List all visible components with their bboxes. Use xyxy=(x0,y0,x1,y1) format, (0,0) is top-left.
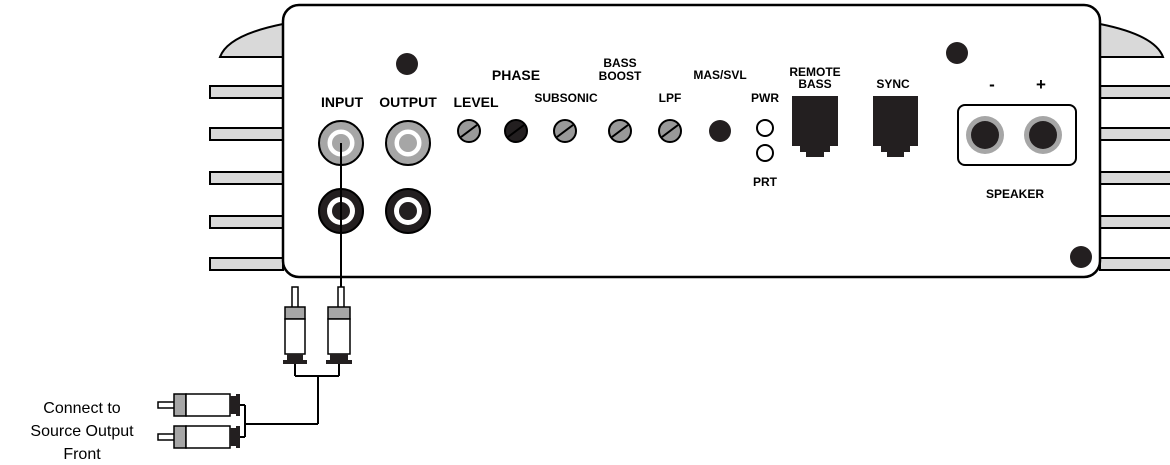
source-rca-plug-bottom xyxy=(157,425,240,449)
source-rca-plug-top xyxy=(157,393,240,417)
bass-boost-knob[interactable] xyxy=(608,119,632,143)
mas-svl-label: MAS/SVL xyxy=(693,68,746,82)
level-knob[interactable] xyxy=(457,119,481,143)
mas-svl-button[interactable] xyxy=(709,120,731,142)
screw-top-right xyxy=(946,42,968,64)
screw-bottom-right xyxy=(1070,246,1092,268)
phase-label: PHASE xyxy=(492,67,540,83)
speaker-minus-terminal[interactable] xyxy=(966,116,1004,154)
lpf-knob[interactable] xyxy=(658,119,682,143)
rca-plug-right xyxy=(326,286,352,364)
right-heatsink xyxy=(1099,22,1170,271)
pwr-led xyxy=(756,119,774,137)
caption-line-1: Connect to xyxy=(43,400,120,417)
phase-knob[interactable] xyxy=(504,119,528,143)
left-heatsink xyxy=(209,22,284,271)
output-label: OUTPUT xyxy=(379,94,437,110)
level-label: LEVEL xyxy=(453,94,499,110)
bass-boost-label-1: BASS xyxy=(603,56,636,70)
rca-plug-left xyxy=(283,286,307,364)
remote-bass-label-2: BASS xyxy=(798,77,831,91)
output-rca-top[interactable] xyxy=(385,120,431,166)
speaker-minus-label: - xyxy=(989,75,995,94)
speaker-plus-label: + xyxy=(1036,75,1046,94)
subsonic-knob[interactable] xyxy=(553,119,577,143)
pwr-label: PWR xyxy=(751,91,779,105)
lpf-label: LPF xyxy=(659,91,682,105)
sync-label: SYNC xyxy=(876,77,910,91)
speaker-plus-terminal[interactable] xyxy=(1024,116,1062,154)
caption-line-2: Source Output xyxy=(30,423,134,440)
output-rca-bottom[interactable] xyxy=(385,188,431,234)
caption-line-3: Front xyxy=(63,446,101,463)
prt-label: PRT xyxy=(753,175,778,189)
screw-top-left xyxy=(396,53,418,75)
bass-boost-label-2: BOOST xyxy=(599,69,642,83)
prt-led xyxy=(756,144,774,162)
subsonic-label: SUBSONIC xyxy=(534,91,598,105)
y-cable-wiring xyxy=(238,364,340,438)
amplifier-wiring-diagram: INPUT OUTPUT LEVEL PHASE SUBSONIC BASS B… xyxy=(30,3,1170,463)
input-label: INPUT xyxy=(321,94,363,110)
speaker-label: SPEAKER xyxy=(986,187,1044,201)
